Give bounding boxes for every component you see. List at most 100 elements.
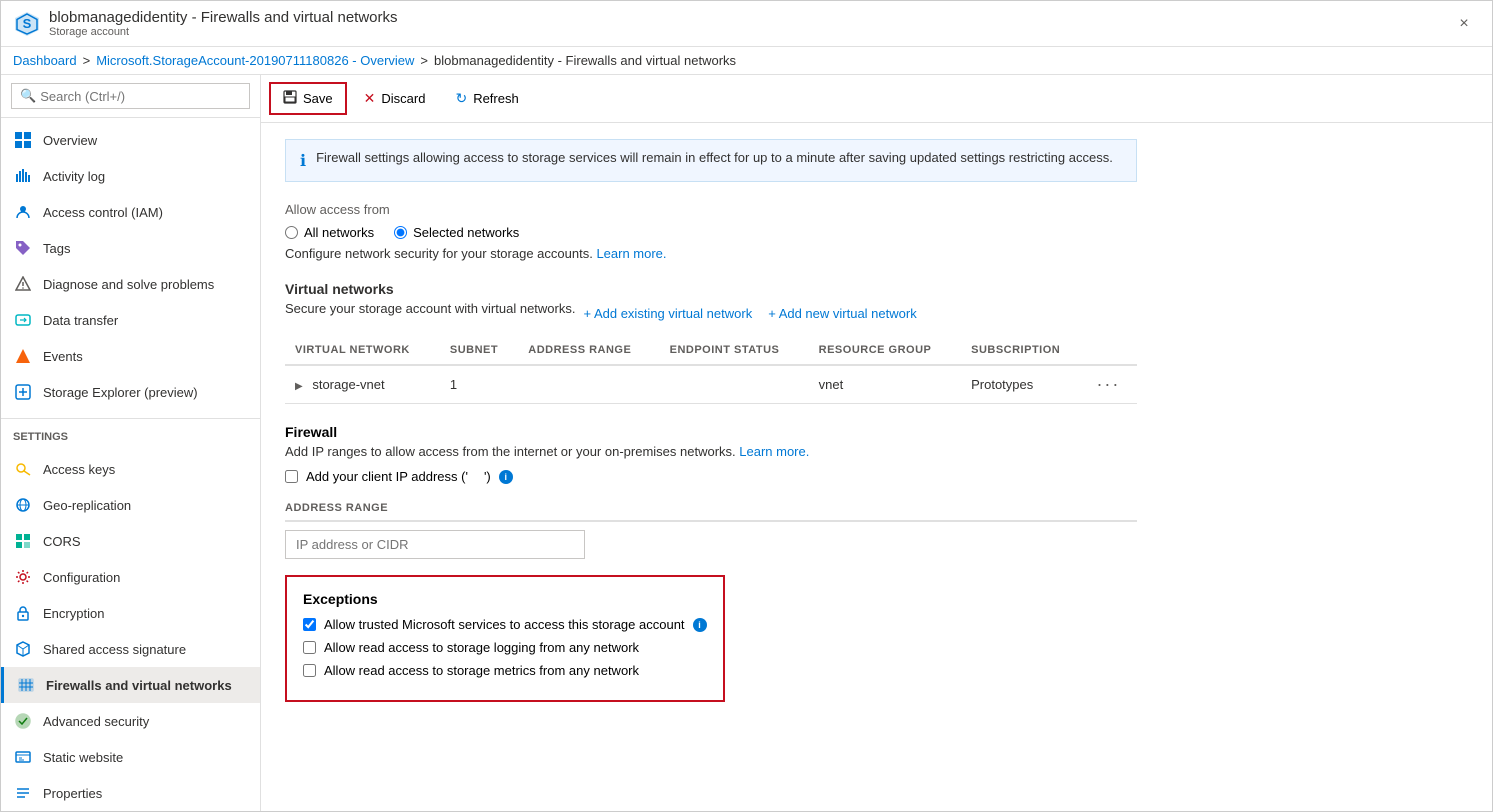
sidebar-item-iam[interactable]: Access control (IAM) [1, 194, 260, 230]
save-button[interactable]: Save [269, 82, 347, 115]
radio-selected-networks-input[interactable] [394, 226, 407, 239]
app-icon: S [13, 10, 41, 38]
sidebar-label-transfer: Data transfer [43, 313, 118, 328]
client-ip-info-icon[interactable]: i [499, 470, 513, 484]
content-inner: ℹ Firewall settings allowing access to s… [261, 123, 1161, 718]
exception1-info-icon[interactable]: i [693, 618, 707, 632]
sidebar-label-encryption: Encryption [43, 606, 104, 621]
breadcrumb-current: blobmanagedidentity - Firewalls and virt… [434, 53, 736, 68]
sidebar-label-events: Events [43, 349, 83, 364]
sidebar-item-properties[interactable]: Properties [1, 775, 260, 811]
save-label: Save [303, 91, 333, 106]
search-input[interactable] [40, 89, 241, 104]
sidebar-label-overview: Overview [43, 133, 97, 148]
overview-icon [13, 130, 33, 150]
add-existing-vnet-link[interactable]: + Add existing virtual network [583, 306, 752, 321]
virtual-networks-desc: Secure your storage account with virtual… [285, 301, 575, 316]
sidebar-item-static[interactable]: Static website [1, 739, 260, 775]
refresh-button[interactable]: ↻ Refresh [442, 83, 531, 114]
add-links: + Add existing virtual network + Add new… [583, 306, 916, 321]
content-area: Save ✕ Discard ↻ Refresh ℹ Firewall se [261, 75, 1492, 811]
cell-subnet: 1 [440, 365, 518, 404]
sidebar-item-access-keys[interactable]: Access keys [1, 451, 260, 487]
breadcrumb-sep-1: > [83, 53, 91, 68]
sidebar-item-config[interactable]: Configuration [1, 559, 260, 595]
sidebar-label-activity: Activity log [43, 169, 105, 184]
sidebar-item-overview[interactable]: Overview [1, 122, 260, 158]
encryption-icon [13, 603, 33, 623]
exception3-label: Allow read access to storage metrics fro… [324, 663, 639, 678]
iam-icon [13, 202, 33, 222]
sidebar-label-cors: CORS [43, 534, 81, 549]
exception3-checkbox[interactable] [303, 664, 316, 677]
tags-icon [13, 238, 33, 258]
allow-access-section: Allow access from All networks Selected … [285, 202, 1137, 261]
allow-access-label: Allow access from [285, 202, 1137, 217]
vnet-desc-row: Secure your storage account with virtual… [285, 301, 1137, 326]
activity-icon [13, 166, 33, 186]
svg-text:S: S [23, 16, 32, 31]
ip-input[interactable] [285, 530, 585, 559]
breadcrumb-storage-account[interactable]: Microsoft.StorageAccount-20190711180826 … [96, 53, 414, 68]
breadcrumb-sep-2: > [420, 53, 428, 68]
sidebar-label-static: Static website [43, 750, 123, 765]
search-box: 🔍 [1, 75, 260, 118]
client-ip-label: Add your client IP address (' [306, 469, 468, 484]
refresh-icon: ↻ [455, 90, 467, 107]
azure-portal-window: S blobmanagedidentity - Firewalls and vi… [0, 0, 1493, 812]
sidebar-label-properties: Properties [43, 786, 102, 801]
sidebar-item-transfer[interactable]: Data transfer [1, 302, 260, 338]
window-subtitle: Storage account [49, 26, 1448, 38]
radio-all-networks-input[interactable] [285, 226, 298, 239]
sidebar-item-geo[interactable]: Geo-replication [1, 487, 260, 523]
add-new-vnet-link[interactable]: + Add new virtual network [768, 306, 917, 321]
sidebar-label-sas: Shared access signature [43, 642, 186, 657]
sidebar: 🔍 Overview Activity log [1, 75, 261, 811]
sidebar-item-encryption[interactable]: Encryption [1, 595, 260, 631]
info-banner-icon: ℹ [300, 151, 306, 171]
info-banner: ℹ Firewall settings allowing access to s… [285, 139, 1137, 182]
sidebar-item-sas[interactable]: Shared access signature [1, 631, 260, 667]
radio-all-networks[interactable]: All networks [285, 225, 374, 240]
sidebar-item-tags[interactable]: Tags [1, 230, 260, 266]
cors-icon [13, 531, 33, 551]
discard-button[interactable]: ✕ Discard [351, 83, 439, 114]
info-banner-text: Firewall settings allowing access to sto… [316, 150, 1113, 165]
events-icon [13, 346, 33, 366]
client-ip-checkbox[interactable] [285, 470, 298, 483]
exception-row-3: Allow read access to storage metrics fro… [303, 663, 707, 678]
nav-settings: Access keys Geo-replication CORS [1, 447, 260, 811]
sas-icon [13, 639, 33, 659]
firewall-learn-more[interactable]: Learn more. [739, 444, 809, 459]
cell-subscription: Prototypes [961, 365, 1086, 404]
sidebar-item-explorer[interactable]: Storage Explorer (preview) [1, 374, 260, 410]
configure-text: Configure network security for your stor… [285, 246, 1137, 261]
client-ip-row: Add your client IP address (' ') i [285, 469, 1137, 484]
cell-vnet-name: ▶ storage-vnet [285, 365, 440, 404]
settings-section-label: Settings [1, 418, 260, 447]
sidebar-item-cors[interactable]: CORS [1, 523, 260, 559]
radio-selected-networks[interactable]: Selected networks [394, 225, 519, 240]
col-address-range: ADDRESS RANGE [518, 336, 659, 365]
config-icon [13, 567, 33, 587]
client-ip-suffix: ') [484, 469, 491, 484]
firewall-desc: Add IP ranges to allow access from the i… [285, 444, 1137, 459]
exception2-checkbox[interactable] [303, 641, 316, 654]
window-close-button[interactable]: × [1448, 8, 1480, 40]
learn-more-link[interactable]: Learn more. [596, 246, 666, 261]
breadcrumb-dashboard[interactable]: Dashboard [13, 53, 77, 68]
search-input-wrap[interactable]: 🔍 [11, 83, 250, 109]
exception1-checkbox[interactable] [303, 618, 316, 631]
sidebar-item-diagnose[interactable]: Diagnose and solve problems [1, 266, 260, 302]
window-title: blobmanagedidentity - Firewalls and virt… [49, 9, 1448, 26]
sidebar-item-advanced[interactable]: Advanced security [1, 703, 260, 739]
exceptions-heading: Exceptions [303, 591, 707, 607]
sidebar-item-activity-log[interactable]: Activity log [1, 158, 260, 194]
nav-general: Overview Activity log Access control (IA… [1, 118, 260, 414]
col-endpoint-status: ENDPOINT STATUS [660, 336, 809, 365]
row-more-button[interactable]: ··· [1096, 374, 1120, 394]
expand-arrow[interactable]: ▶ [295, 381, 303, 392]
sidebar-item-events[interactable]: Events [1, 338, 260, 374]
sidebar-item-firewalls[interactable]: Firewalls and virtual networks [1, 667, 260, 703]
exception1-label: Allow trusted Microsoft services to acce… [324, 617, 685, 632]
